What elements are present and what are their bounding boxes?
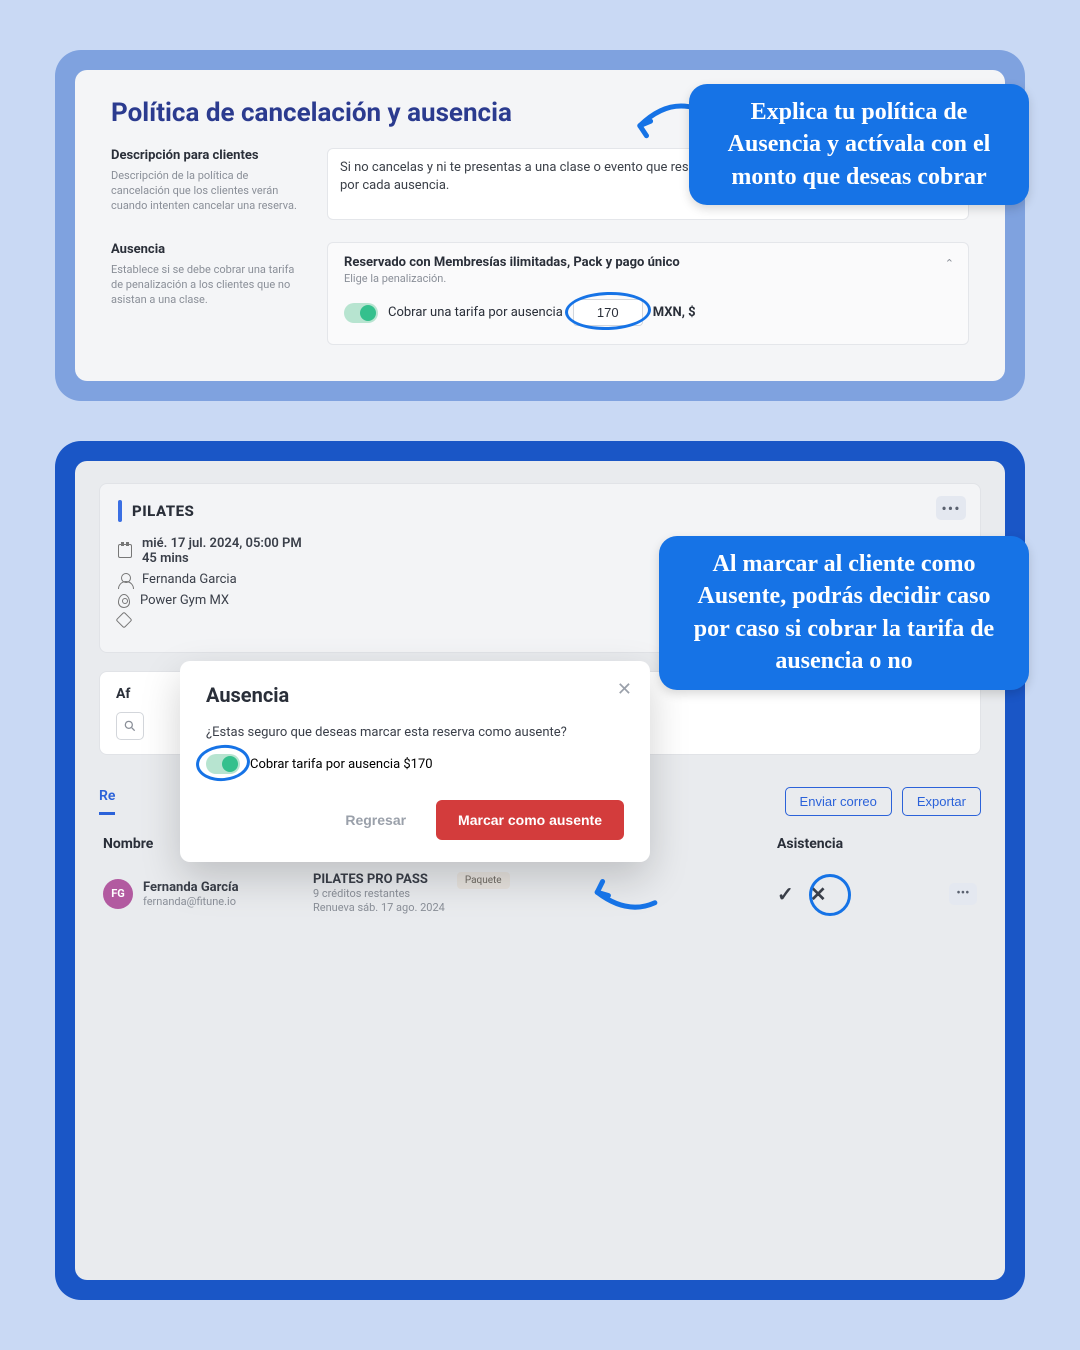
pin-icon — [118, 594, 130, 608]
avatar: FG — [103, 879, 133, 909]
close-icon[interactable]: ✕ — [617, 679, 632, 700]
description-help: Descripción de la política de cancelació… — [111, 169, 301, 214]
fee-toggle-label: Cobrar una tarifa por ausencia — [388, 305, 563, 320]
fee-currency: MXN, $ — [653, 305, 696, 320]
absence-label-col: Ausencia Establece si se debe cobrar una… — [111, 242, 301, 345]
calendar-icon — [118, 544, 132, 558]
class-name: PILATES — [132, 502, 194, 520]
modal-question: ¿Estas seguro que deseas marcar esta res… — [206, 725, 624, 740]
absence-fee-block: ⌃ Reservado con Membresías ilimitadas, P… — [327, 242, 969, 345]
absence-row: Ausencia Establece si se debe cobrar una… — [111, 242, 969, 345]
class-datetime: mié. 17 jul. 2024, 05:00 PM 45 mins — [142, 536, 302, 566]
modal-title: Ausencia — [206, 683, 624, 707]
annotation-callout-2: Al marcar al cliente como Ausente, podrá… — [659, 536, 1029, 690]
th-asist: Asistencia — [777, 836, 977, 852]
class-more-button[interactable]: ••• — [936, 496, 966, 520]
table-row: FG Fernanda García fernanda@fitune.io PI… — [99, 862, 981, 926]
fee-amount-input[interactable] — [573, 299, 643, 326]
row-user-email: fernanda@fitune.io — [143, 895, 239, 908]
person-icon — [118, 573, 132, 587]
send-email-button[interactable]: Enviar correo — [785, 787, 892, 816]
tag-icon — [116, 612, 133, 629]
mark-absent-button[interactable]: Marcar como ausente — [436, 800, 624, 840]
policy-panel: Política de cancelación y ausencia Descr… — [55, 50, 1025, 401]
attend-check-icon[interactable]: ✓ — [777, 882, 794, 906]
modal-fee-toggle[interactable] — [206, 754, 240, 774]
fee-input-wrap — [573, 299, 643, 326]
row-plan-name: PILATES PRO PASS — [313, 872, 445, 887]
row-user-name: Fernanda García — [143, 880, 239, 895]
class-panel: PILATES ••• mié. 17 jul. 2024, 05:00 PM … — [55, 441, 1025, 1300]
badge-paquete: Paquete — [457, 872, 510, 889]
row-renew: Renueva sáb. 17 ago. 2024 — [313, 901, 445, 915]
search-icon[interactable] — [116, 712, 144, 740]
chevron-up-icon[interactable]: ⌃ — [945, 257, 954, 270]
fee-line: Cobrar una tarifa por ausencia MXN, $ — [344, 299, 952, 326]
attend-absent-icon[interactable]: ✕ — [810, 882, 827, 906]
class-location: Power Gym MX — [140, 593, 229, 608]
class-duration: 45 mins — [142, 551, 302, 566]
accent-bar-icon — [118, 500, 122, 522]
absence-heading: Ausencia — [111, 242, 301, 257]
modal-fee-label: Cobrar tarifa por ausencia $170 — [250, 757, 433, 772]
back-button[interactable]: Regresar — [331, 800, 420, 840]
description-heading: Descripción para clientes — [111, 148, 301, 163]
absence-help: Establece si se debe cobrar una tarifa d… — [111, 263, 301, 308]
absence-modal: ✕ Ausencia ¿Estas seguro que deseas marc… — [180, 661, 650, 862]
row-more-button[interactable]: ••• — [949, 883, 977, 905]
fee-toggle[interactable] — [344, 303, 378, 323]
reserved-title: Reservado con Membresías ilimitadas, Pac… — [344, 255, 952, 270]
class-trainer: Fernanda Garcia — [142, 572, 237, 587]
description-label-col: Descripción para clientes Descripción de… — [111, 148, 301, 220]
class-date: mié. 17 jul. 2024, 05:00 PM — [142, 536, 302, 551]
annotation-callout-1: Explica tu política de Ausencia y actíva… — [689, 84, 1029, 205]
tab-reservations[interactable]: Re — [99, 788, 115, 815]
reserved-sub: Elige la penalización. — [344, 272, 952, 285]
export-button[interactable]: Exportar — [902, 787, 981, 816]
row-credits: 9 créditos restantes — [313, 887, 445, 901]
